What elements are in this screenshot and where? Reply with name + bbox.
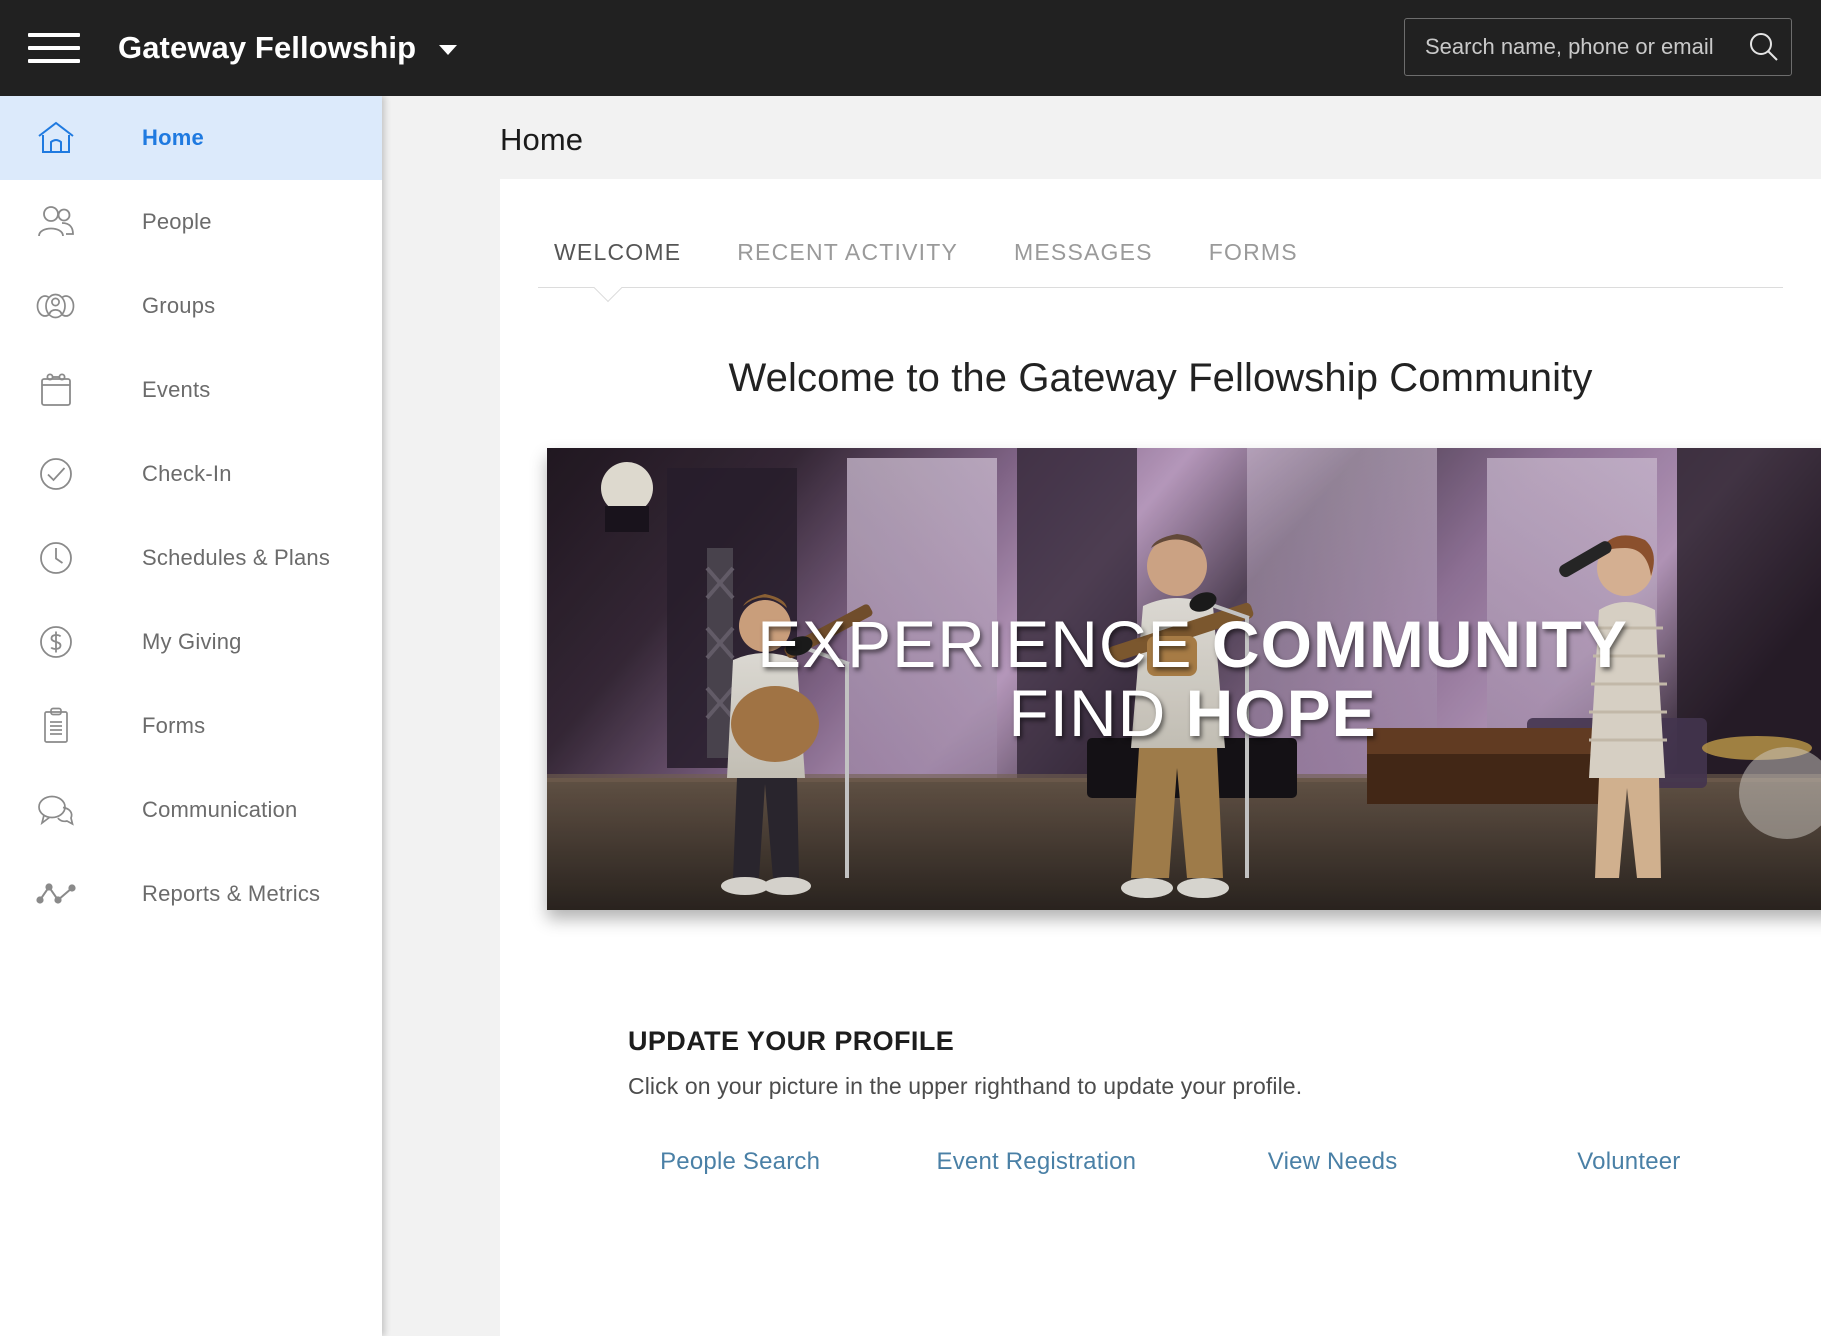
search-input[interactable] bbox=[1405, 19, 1737, 75]
sidebar-item-check-in[interactable]: Check-In bbox=[0, 432, 382, 516]
chevron-down-icon bbox=[438, 44, 457, 55]
quick-link-people-search[interactable]: People Search bbox=[592, 1148, 888, 1176]
sidebar-item-label: Groups bbox=[142, 293, 216, 318]
search-box[interactable] bbox=[1404, 18, 1792, 76]
hero-text-overlay: EXPERIENCE COMMUNITY FIND HOPE bbox=[547, 448, 1821, 910]
tab-bar: WELCOME RECENT ACTIVITY MESSAGES FORMS bbox=[500, 179, 1821, 303]
organization-name: Gateway Fellowship bbox=[118, 30, 417, 65]
hero-line-1-bold: COMMUNITY bbox=[1211, 607, 1628, 682]
sidebar-item-communication[interactable]: Communication bbox=[0, 768, 382, 852]
sidebar-item-my-giving[interactable]: My Giving bbox=[0, 600, 382, 684]
check-circle-icon bbox=[28, 451, 84, 497]
sidebar-item-events[interactable]: Events bbox=[0, 348, 382, 432]
tab-recent-activity[interactable]: RECENT ACTIVITY bbox=[737, 239, 958, 288]
sidebar-item-label: Reports & Metrics bbox=[142, 881, 321, 906]
sidebar-item-label: Forms bbox=[142, 713, 206, 738]
quick-link-event-registration[interactable]: Event Registration bbox=[888, 1148, 1184, 1176]
groups-icon bbox=[28, 283, 84, 329]
sidebar-item-home[interactable]: Home bbox=[0, 96, 382, 180]
sidebar-item-label: Home bbox=[142, 125, 204, 150]
clipboard-icon bbox=[28, 703, 84, 749]
search-icon[interactable] bbox=[1737, 30, 1791, 64]
dollar-circle-icon bbox=[28, 619, 84, 665]
page-title: Home bbox=[500, 122, 584, 157]
sidebar-item-groups[interactable]: Groups bbox=[0, 264, 382, 348]
clock-icon bbox=[28, 535, 84, 581]
hamburger-bar bbox=[28, 46, 80, 50]
sidebar-item-label: Communication bbox=[142, 797, 298, 822]
main-content: Home WELCOME RECENT ACTIVITY MESSAGES FO… bbox=[382, 96, 1821, 1336]
sidebar-item-label: People bbox=[142, 209, 212, 234]
tab-messages[interactable]: MESSAGES bbox=[1014, 239, 1153, 288]
update-profile-description: Click on your picture in the upper right… bbox=[628, 1073, 1303, 1099]
welcome-heading: Welcome to the Gateway Fellowship Commun… bbox=[728, 356, 1593, 400]
sidebar-item-label: Check-In bbox=[142, 461, 232, 486]
tab-welcome[interactable]: WELCOME bbox=[554, 239, 681, 288]
quick-link-volunteer[interactable]: Volunteer bbox=[1481, 1148, 1777, 1176]
sidebar: Home People Groups Events Check-In Sched… bbox=[0, 96, 382, 1336]
sidebar-item-schedules-plans[interactable]: Schedules & Plans bbox=[0, 516, 382, 600]
update-profile-title: UPDATE YOUR PROFILE bbox=[628, 1026, 955, 1056]
tab-label: MESSAGES bbox=[1014, 239, 1153, 265]
hero-line-2-thin: FIND bbox=[1008, 676, 1186, 750]
sidebar-item-reports-metrics[interactable]: Reports & Metrics bbox=[0, 852, 382, 936]
tab-label: FORMS bbox=[1208, 239, 1298, 265]
calendar-icon bbox=[28, 367, 84, 413]
tab-divider bbox=[538, 287, 1783, 288]
update-profile-block: UPDATE YOUR PROFILE Click on your pictur… bbox=[500, 910, 1821, 1100]
sidebar-item-label: My Giving bbox=[142, 629, 242, 654]
home-icon bbox=[28, 115, 84, 161]
people-icon bbox=[28, 199, 84, 245]
sidebar-item-label: Events bbox=[142, 377, 211, 402]
content-gutter bbox=[382, 96, 500, 1336]
sidebar-item-people[interactable]: People bbox=[0, 180, 382, 264]
hero-line-2-bold: HOPE bbox=[1185, 676, 1377, 750]
hero-line-1: EXPERIENCE COMMUNITY bbox=[757, 610, 1628, 679]
line-chart-icon bbox=[28, 871, 84, 917]
chat-bubbles-icon bbox=[28, 787, 84, 833]
hero-line-2: FIND HOPE bbox=[1008, 679, 1376, 748]
tab-label: WELCOME bbox=[554, 239, 682, 265]
app-root: Gateway Fellowship Home bbox=[0, 0, 1821, 1336]
content-card: WELCOME RECENT ACTIVITY MESSAGES FORMS W… bbox=[500, 179, 1821, 1336]
organization-switcher[interactable]: Gateway Fellowship bbox=[118, 30, 457, 66]
quick-links-row: People Search Event Registration View Ne… bbox=[592, 1148, 1777, 1176]
tab-label: RECENT ACTIVITY bbox=[737, 239, 959, 265]
quick-link-view-needs[interactable]: View Needs bbox=[1185, 1148, 1481, 1176]
sidebar-item-label: Schedules & Plans bbox=[142, 545, 331, 570]
sidebar-item-forms[interactable]: Forms bbox=[0, 684, 382, 768]
hamburger-bar bbox=[28, 33, 80, 37]
tab-forms[interactable]: FORMS bbox=[1209, 239, 1298, 288]
top-bar: Gateway Fellowship bbox=[0, 0, 1821, 96]
hamburger-bar bbox=[28, 59, 80, 63]
hamburger-icon[interactable] bbox=[28, 28, 80, 68]
hero-banner: EXPERIENCE COMMUNITY FIND HOPE bbox=[547, 448, 1821, 910]
hero-line-1-thin: EXPERIENCE bbox=[757, 607, 1212, 682]
